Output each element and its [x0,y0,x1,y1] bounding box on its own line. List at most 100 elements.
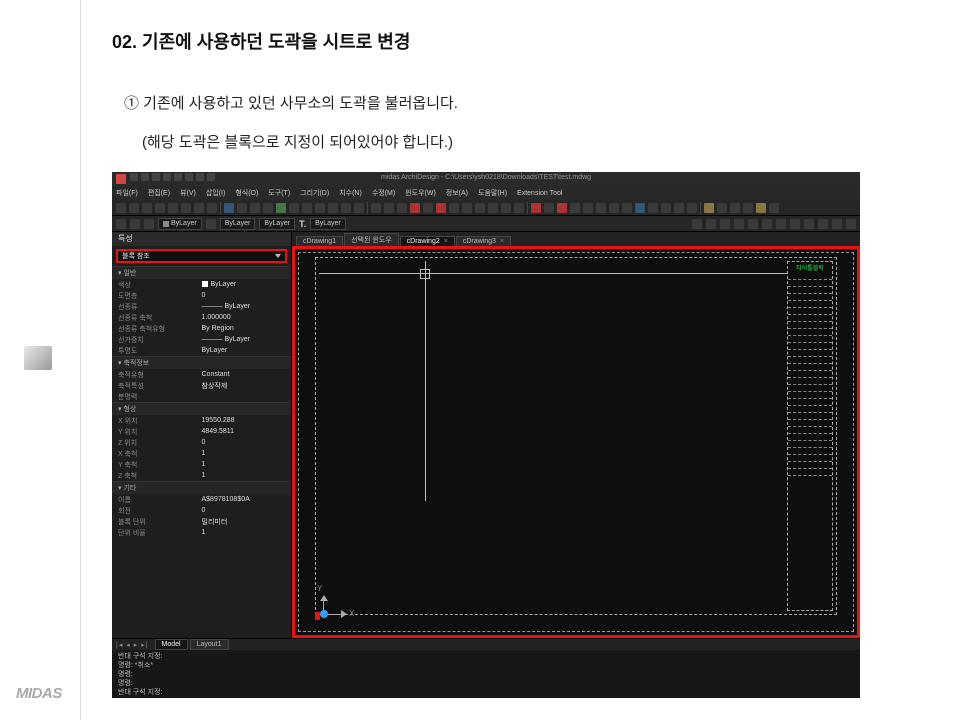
toolbar-icon[interactable] [818,219,828,229]
menu-item[interactable]: 도구(T) [268,188,290,198]
toolbar-icon[interactable] [341,203,351,213]
property-value[interactable]: 0 [202,507,286,514]
toolbar-icon[interactable] [423,203,433,213]
quick-access-toolbar[interactable] [130,173,215,181]
toolbar-icon[interactable] [224,203,234,213]
property-row[interactable]: 선종류——— ByLayer [112,301,291,312]
property-row[interactable]: Y 축척1 [112,459,291,470]
layout-nav-icon[interactable]: |◂ ◂ ▸ ▸| [116,641,149,649]
property-value[interactable]: ByLayer [202,347,286,354]
layer-icon[interactable] [130,219,140,229]
menu-item[interactable]: 정보(A) [446,188,468,198]
toolbar-icon[interactable] [748,219,758,229]
menu-item[interactable]: 윈도우(W) [405,188,436,198]
property-value[interactable]: 1 [202,529,286,536]
toolbar-icon[interactable] [704,203,714,213]
menu-item[interactable]: Extension Tool [517,190,562,197]
property-value[interactable]: 참상작제 [202,381,286,391]
property-row[interactable]: Z 위치0 [112,437,291,448]
qat-icon[interactable] [174,173,182,181]
toolbar-icon[interactable] [168,203,178,213]
main-toolbar[interactable] [112,200,860,216]
drawing-tab[interactable]: 선택된 윈도우 [344,233,399,246]
toolbar-icon[interactable] [544,203,554,213]
drawing-tab[interactable]: cDrawing3× [456,236,511,246]
property-row[interactable]: Y 위치4849.5811 [112,426,291,437]
toolbar-icon[interactable] [570,203,580,213]
drawing-tab[interactable]: cDrawing2× [400,236,455,246]
property-value[interactable]: 19550.288 [202,417,286,424]
toolbar-icon[interactable] [609,203,619,213]
toolbar-icon[interactable] [734,219,744,229]
close-icon[interactable]: × [500,238,504,245]
property-row[interactable]: 블록 단위밀리미터 [112,516,291,527]
property-value[interactable]: 1 [202,472,286,479]
property-row[interactable]: 회전0 [112,505,291,516]
drawing-tabs[interactable]: cDrawing1 선택된 윈도우 cDrawing2× cDrawing3× [292,232,860,246]
toolbar-icon[interactable] [302,203,312,213]
properties-grid[interactable]: ▾ 일반색상ByLayer도면층0선종류——— ByLayer선종류 축척1.0… [112,266,291,638]
layer-select[interactable]: ByLayer [310,218,346,230]
toolbar-icon[interactable] [384,203,394,213]
property-group[interactable]: ▾ 기타 [112,481,291,494]
toolbar-icon[interactable] [116,203,126,213]
toolbar-icon[interactable] [706,219,716,229]
layer-icon[interactable] [206,219,216,229]
toolbar-icon[interactable] [328,203,338,213]
qat-icon[interactable] [207,173,215,181]
toolbar-icon[interactable] [410,203,420,213]
object-type-combo[interactable]: 블록 참조 [116,249,287,263]
toolbar-icon[interactable] [674,203,684,213]
toolbar-icon[interactable] [371,203,381,213]
toolbar-icon[interactable] [583,203,593,213]
property-group[interactable]: ▾ 축적정보 [112,356,291,369]
toolbar-icon[interactable] [488,203,498,213]
toolbar-icon[interactable] [661,203,671,213]
toolbar-icon[interactable] [194,203,204,213]
toolbar-icon[interactable] [790,219,800,229]
qat-icon[interactable] [196,173,204,181]
property-row[interactable]: X 축척1 [112,448,291,459]
toolbar-icon[interactable] [832,219,842,229]
qat-icon[interactable] [152,173,160,181]
layer-icon[interactable] [144,219,154,229]
property-value[interactable]: 1.000000 [202,314,286,321]
toolbar-icon[interactable] [315,203,325,213]
layout-tab[interactable]: Layout1 [190,639,229,650]
property-row[interactable]: 색상ByLayer [112,279,291,290]
property-row[interactable]: Z 축척1 [112,470,291,481]
toolbar-icon[interactable] [397,203,407,213]
toolbar-icon[interactable] [622,203,632,213]
toolbar-icon[interactable] [756,203,766,213]
property-row[interactable]: 선종류 축척유형By Region [112,323,291,334]
toolbar-icon[interactable] [717,203,727,213]
property-group[interactable]: ▾ 일반 [112,266,291,279]
close-icon[interactable]: × [444,238,448,245]
layer-linetype-select[interactable]: ByLayer [220,218,256,230]
qat-icon[interactable] [163,173,171,181]
property-value[interactable]: A$8978108$0A [202,496,286,503]
toolbar-icon[interactable] [514,203,524,213]
property-row[interactable]: 선종류 축척1.000000 [112,312,291,323]
toolbar-icon[interactable] [596,203,606,213]
property-row[interactable]: 도면층0 [112,290,291,301]
toolbar-icon[interactable] [730,203,740,213]
toolbar-icon[interactable] [720,219,730,229]
layout-tab-model[interactable]: Model [155,639,188,650]
toolbar-icon[interactable] [436,203,446,213]
menu-item[interactable]: 도움말(H) [478,188,507,198]
layer-color-select[interactable]: ByLayer [158,218,202,230]
toolbar-icon[interactable] [501,203,511,213]
properties-panel[interactable]: 특성 블록 참조 ▾ 일반색상ByLayer도면층0선종류——— ByLayer… [112,232,292,638]
property-row[interactable]: 축적유형Constant [112,369,291,380]
property-value[interactable]: Constant [202,371,286,378]
toolbar-icon[interactable] [743,203,753,213]
text-tool-icon[interactable]: T. [299,219,306,229]
toolbar-icon[interactable] [769,203,779,213]
toolbar-icon[interactable] [207,203,217,213]
property-row[interactable]: 분명력 [112,391,291,402]
menu-item[interactable]: 그리기(D) [300,188,329,198]
menu-item[interactable]: 편집(E) [148,188,170,198]
property-row[interactable]: 축적특성참상작제 [112,380,291,391]
layer-toolbar[interactable]: ByLayer ByLayer ByLayer T. ByLayer [112,216,860,232]
